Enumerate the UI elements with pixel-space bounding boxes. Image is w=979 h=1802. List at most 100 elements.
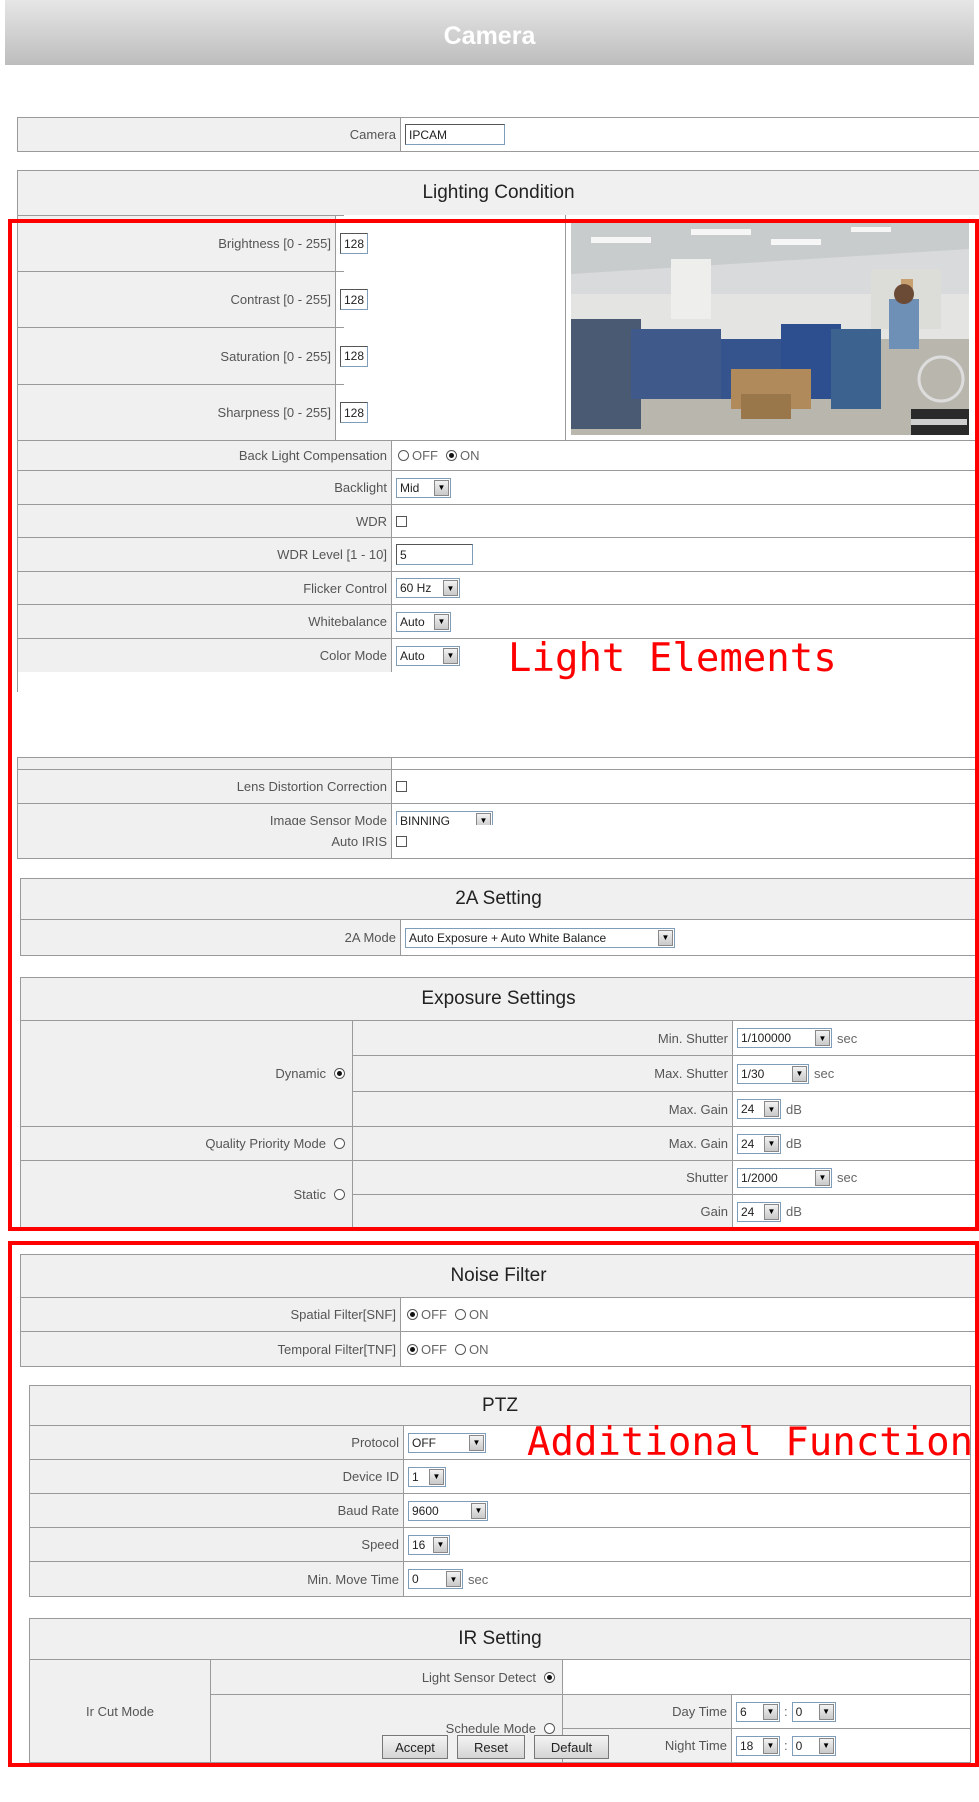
color-mode-label: Color Mode [18, 639, 392, 672]
device-id-label: Device ID [30, 1460, 404, 1493]
tnf-on-text: ON [469, 1341, 489, 1357]
device-id-select[interactable]: 1 ▼ [408, 1466, 446, 1487]
protocol-select[interactable]: OFF ▼ [408, 1432, 486, 1453]
chevron-down-icon: ▼ [764, 1135, 779, 1152]
chevron-down-icon: ▼ [792, 1065, 807, 1082]
exposure-heading: Exposure Settings [21, 978, 976, 1020]
saturation-input[interactable]: 128 [340, 345, 369, 367]
dynamic-gain-label: Max. Gain [353, 1092, 733, 1126]
static-gain-select[interactable]: 24 ▼ [737, 1201, 781, 1222]
color-mode-select[interactable]: Auto ▼ [396, 645, 460, 666]
tnf-on-radio[interactable] [455, 1343, 466, 1355]
quality-radio[interactable] [334, 1138, 345, 1149]
chevron-down-icon: ▼ [764, 1203, 779, 1220]
snf-off-radio[interactable] [407, 1309, 418, 1320]
snf-on-text: ON [469, 1307, 489, 1322]
min-shutter-unit: sec [837, 1030, 858, 1046]
min-shutter-select[interactable]: 1/100000 ▼ [737, 1028, 832, 1048]
snf-on-radio[interactable] [455, 1309, 466, 1320]
sharpness-label: Sharpness [0 - 255] [18, 385, 336, 440]
night-sep: : [784, 1738, 788, 1753]
lighting-table: Lighting Condition Brightness [0 - 255] 1… [16, 170, 979, 847]
reset-button[interactable]: Reset [457, 1735, 525, 1759]
wdr-checkbox[interactable] [396, 515, 407, 527]
whitebalance-label: Whitebalance [18, 605, 392, 638]
chevron-down-icon: ▼ [763, 1703, 778, 1720]
chevron-down-icon: ▼ [818, 1737, 834, 1754]
move-time-label: Min. Move Time [30, 1562, 404, 1596]
day-min-select[interactable]: 0 ▼ [791, 1701, 836, 1722]
camera-label: Camera [18, 118, 401, 151]
max-shutter-unit: sec [814, 1066, 835, 1081]
default-button[interactable]: Default [534, 1735, 609, 1759]
night-hour-select[interactable]: 18 ▼ [736, 1735, 780, 1756]
two-a-mode-select[interactable]: Auto Exposure + Auto White Balance ▼ [405, 927, 675, 948]
quality-gain-label: Max. Gain [353, 1127, 733, 1160]
blc-off-radio[interactable] [398, 450, 409, 461]
dynamic-radio[interactable] [334, 1068, 345, 1079]
dynamic-gain-unit: dB [786, 1101, 802, 1117]
auto-iris-checkbox[interactable] [396, 836, 407, 847]
flicker-label: Flicker Control [18, 572, 392, 604]
two-a-mode-label: 2A Mode [21, 920, 401, 955]
chevron-down-icon: ▼ [469, 1434, 484, 1451]
whitebalance-select[interactable]: Auto ▼ [396, 611, 451, 632]
schedule-mode-radio[interactable] [544, 1723, 555, 1734]
dynamic-gain-select[interactable]: 24 ▼ [737, 1099, 781, 1119]
max-shutter-select[interactable]: 1/30 ▼ [737, 1063, 809, 1084]
chevron-down-icon: ▼ [815, 1169, 830, 1186]
static-label: Static [293, 1187, 326, 1202]
chevron-down-icon: ▼ [429, 1468, 444, 1485]
contrast-input[interactable]: 128 [340, 289, 369, 310]
wdr-level-label: WDR Level [1 - 10] [18, 538, 392, 571]
static-gain-unit: dB [786, 1204, 802, 1219]
chevron-down-icon: ▼ [815, 1030, 830, 1046]
screenshot-cut-band [16, 692, 979, 757]
wdr-label: WDR [18, 505, 392, 537]
tnf-off-radio[interactable] [407, 1343, 418, 1355]
snf-off-text: OFF [421, 1307, 447, 1322]
backlight-select[interactable]: Mid ▼ [396, 477, 451, 498]
protocol-label: Protocol [30, 1426, 404, 1459]
cut-row-label [18, 758, 392, 769]
camera-name-input[interactable]: IPCAM [405, 124, 505, 145]
day-hour-select[interactable]: 6 ▼ [736, 1701, 780, 1722]
sharpness-input[interactable]: 128 [340, 402, 369, 423]
ptz-table: PTZ Protocol OFF ▼ Device ID 1 ▼ Baud Rate 96… [29, 1385, 971, 1597]
min-shutter-label: Min. Shutter [353, 1021, 733, 1055]
tnf-off-text: OFF [421, 1341, 447, 1357]
max-shutter-label: Max. Shutter [353, 1056, 733, 1091]
snf-label: Spatial Filter[SNF] [21, 1298, 401, 1331]
quality-gain-select[interactable]: 24 ▼ [737, 1133, 781, 1154]
baud-label: Baud Rate [30, 1494, 404, 1527]
flicker-select[interactable]: 60 Hz ▼ [396, 578, 460, 598]
light-sensor-radio[interactable] [544, 1671, 555, 1683]
chevron-down-icon: ▼ [764, 1101, 779, 1117]
blc-on-text: ON [460, 448, 480, 463]
quality-label: Quality Priority Mode [205, 1136, 326, 1151]
static-shutter-unit: sec [837, 1170, 858, 1185]
speed-label: Speed [30, 1528, 404, 1561]
night-min-select[interactable]: 0 ▼ [791, 1735, 836, 1756]
camera-preview-image [571, 219, 969, 435]
baud-select[interactable]: 9600 ▼ [408, 1500, 488, 1521]
day-time-label: Day Time [563, 1695, 732, 1728]
noise-table: Noise Filter Spatial Filter[SNF] OFF ON Te… [20, 1254, 977, 1367]
brightness-input[interactable]: 128 [340, 233, 369, 254]
light-sensor-label: Light Sensor Detect [421, 1669, 536, 1685]
two-a-heading: 2A Setting [21, 879, 976, 919]
auto-iris-label: Auto IRIS [18, 825, 392, 858]
schedule-mode-label: Schedule Mode [445, 1721, 536, 1736]
chevron-down-icon: ▼ [818, 1703, 834, 1720]
speed-select[interactable]: 16 ▼ [408, 1534, 450, 1555]
tnf-label: Temporal Filter[TNF] [21, 1332, 401, 1366]
lens-checkbox[interactable] [396, 781, 407, 792]
static-shutter-select[interactable]: 1/2000 ▼ [737, 1167, 832, 1188]
chevron-down-icon: ▼ [446, 1571, 461, 1587]
wdr-level-input[interactable]: 5 [396, 544, 473, 565]
lighting-heading: Lighting Condition [18, 171, 979, 215]
move-time-select[interactable]: 0 ▼ [408, 1569, 463, 1589]
blc-on-radio[interactable] [446, 450, 457, 461]
accept-button[interactable]: Accept [382, 1735, 448, 1759]
static-radio[interactable] [334, 1189, 345, 1200]
